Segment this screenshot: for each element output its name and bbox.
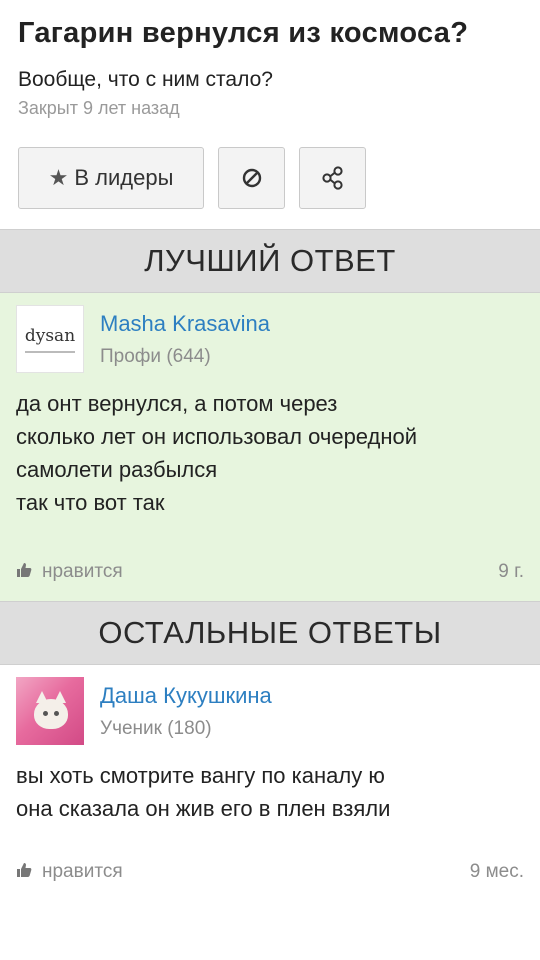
answer-author: Даша Кукушкина Ученик (180) bbox=[16, 677, 524, 745]
author-rank: Ученик (180) bbox=[100, 718, 212, 739]
answer-age: 9 г. bbox=[498, 561, 524, 582]
author-info: Даша Кукушкина Ученик (180) bbox=[100, 677, 272, 740]
to-leaders-label: В лидеры bbox=[74, 165, 174, 190]
like-label: нравится bbox=[42, 861, 123, 882]
question-title: Гагарин вернулся из космоса? bbox=[18, 17, 469, 49]
answer-footer: нравится 9 г. bbox=[16, 561, 524, 583]
answer-author: dysan Masha Krasavina Профи (644) bbox=[16, 305, 524, 373]
author-name-link[interactable]: Даша Кукушкина bbox=[100, 683, 272, 709]
like-button[interactable]: нравится bbox=[16, 861, 123, 883]
question-block: Гагарин вернулся из космоса? Вообще, что… bbox=[0, 0, 540, 119]
thumbs-up-icon bbox=[16, 862, 32, 883]
answer-footer: нравится 9 мес. bbox=[16, 861, 524, 883]
answer-text: да онт вернулся, а потом через сколько л… bbox=[16, 391, 418, 515]
avatar[interactable] bbox=[16, 677, 84, 745]
question-actions: ★ В лидеры bbox=[0, 147, 540, 209]
answer-age: 9 мес. bbox=[469, 861, 524, 882]
author-info: Masha Krasavina Профи (644) bbox=[100, 305, 270, 368]
answer-text: вы хоть смотрите вангу по каналу ю она с… bbox=[16, 763, 391, 821]
kitten-avatar-image bbox=[34, 691, 68, 729]
best-answer-header: ЛУЧШИЙ ОТВЕТ bbox=[0, 229, 540, 293]
avatar-caption-line bbox=[25, 350, 75, 353]
star-icon: ★ bbox=[48, 165, 69, 190]
like-label: нравится bbox=[42, 561, 123, 582]
author-rank: Профи (644) bbox=[100, 346, 211, 367]
best-answer: dysan Masha Krasavina Профи (644) да онт… bbox=[0, 293, 540, 601]
question-status: Закрыт 9 лет назад bbox=[18, 98, 180, 118]
to-leaders-button[interactable]: ★ В лидеры bbox=[18, 147, 204, 209]
block-button[interactable] bbox=[218, 147, 285, 209]
thumbs-up-icon bbox=[16, 562, 32, 583]
other-answer: Даша Кукушкина Ученик (180) вы хоть смот… bbox=[0, 665, 540, 897]
like-button[interactable]: нравится bbox=[16, 561, 123, 583]
block-icon bbox=[242, 168, 261, 188]
share-icon bbox=[321, 166, 343, 190]
author-name-link[interactable]: Masha Krasavina bbox=[100, 311, 270, 337]
question-text: Вообще, что с ним стало? bbox=[18, 68, 273, 91]
share-button[interactable] bbox=[299, 147, 366, 209]
avatar-logo-text: dysan bbox=[24, 325, 76, 346]
other-answers-header: ОСТАЛЬНЫЕ ОТВЕТЫ bbox=[0, 601, 540, 665]
avatar[interactable]: dysan bbox=[16, 305, 84, 373]
